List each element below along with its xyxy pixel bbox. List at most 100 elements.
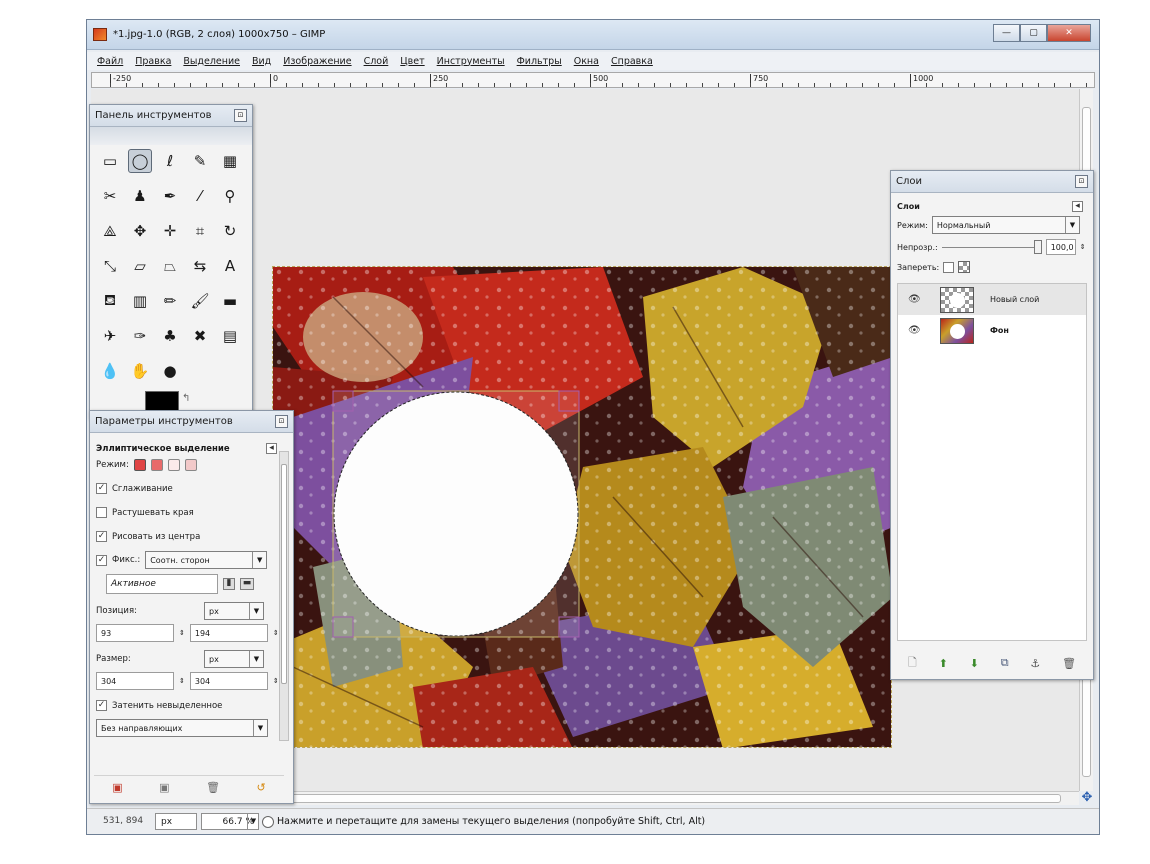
tool-options-scroll-thumb[interactable]	[281, 464, 287, 684]
opacity-value[interactable]: 100,0	[1045, 239, 1076, 255]
eye-icon[interactable]: 👁	[908, 325, 924, 336]
new-layer-icon[interactable]: 🗋	[908, 654, 917, 673]
heal-icon[interactable]: ✖	[188, 324, 212, 348]
pencil-icon[interactable]: ✏	[158, 289, 182, 313]
spin-icon[interactable]: ⇕	[273, 677, 279, 685]
scale-icon[interactable]: ⤡	[98, 254, 122, 278]
color-picker-icon[interactable]: ⁄	[188, 184, 212, 208]
collapse-icon[interactable]: ◂	[266, 443, 277, 454]
position-x-field[interactable]: 93	[96, 624, 174, 642]
swap-colors-icon[interactable]: ↰	[182, 393, 190, 404]
position-y-field[interactable]: 194	[189, 624, 268, 642]
duplicate-layer-icon[interactable]: ⧉	[1001, 656, 1009, 670]
menu-select[interactable]: Выделение	[183, 56, 240, 67]
delete-layer-icon[interactable]: 🗑	[1062, 657, 1076, 670]
minimize-button[interactable]: —	[993, 24, 1020, 42]
fixed-mode-select[interactable]: Соотн. сторон ▼	[145, 551, 268, 569]
size-h-field[interactable]: 304	[189, 672, 268, 690]
ellipse-select-icon[interactable]: ◯	[128, 149, 152, 173]
measure-icon[interactable]: ⟁	[98, 219, 122, 243]
panel-menu-icon[interactable]: ⊡	[1075, 175, 1088, 188]
blur-icon[interactable]: 💧	[98, 359, 122, 383]
collapse-icon[interactable]: ◂	[1072, 201, 1083, 212]
lock-alpha-icon[interactable]	[958, 261, 971, 273]
perspective-icon[interactable]: ⏢	[158, 254, 182, 278]
panel-menu-icon[interactable]: ⊡	[275, 415, 288, 428]
guides-select[interactable]: Без направляющих ▼	[96, 719, 268, 737]
eye-icon[interactable]: 👁	[908, 294, 924, 305]
clone-icon[interactable]: ♣	[158, 324, 182, 348]
unit-select[interactable]: px	[155, 813, 197, 830]
save-options-icon[interactable]: ▣	[112, 781, 122, 794]
lock-pixels-checkbox[interactable]	[943, 261, 955, 273]
rotate-icon[interactable]: ↻	[218, 219, 242, 243]
flip-icon[interactable]: ⇆	[188, 254, 212, 278]
airbrush-icon[interactable]: ✈	[98, 324, 122, 348]
move-icon[interactable]: ✥	[128, 219, 152, 243]
blend-icon[interactable]: ▥	[128, 289, 152, 313]
mode-subtract-icon[interactable]	[167, 459, 180, 471]
navigate-icon[interactable]: ✥	[1080, 791, 1094, 805]
perspective-clone-icon[interactable]: ▤	[218, 324, 242, 348]
menu-tools[interactable]: Инструменты	[437, 56, 505, 67]
layer-item[interactable]: 👁 Фон	[898, 315, 1086, 346]
size-unit-select[interactable]: px ▼	[204, 650, 264, 668]
mode-add-icon[interactable]	[150, 459, 163, 471]
spin-icon[interactable]: ⇕	[179, 629, 185, 637]
from-center-checkbox[interactable]: ✓	[96, 531, 107, 542]
aspect-ratio-field[interactable]: Активное	[106, 574, 218, 594]
scissors-icon[interactable]: ✂	[98, 184, 122, 208]
horizontal-scroll-thumb[interactable]	[276, 794, 1061, 803]
shear-icon[interactable]: ▱	[128, 254, 152, 278]
rect-select-icon[interactable]: ▭	[98, 149, 122, 173]
maximize-button[interactable]: ▢	[1020, 24, 1047, 42]
cancel-icon[interactable]	[262, 816, 274, 828]
highlight-checkbox[interactable]: ✓	[96, 700, 107, 711]
tool-options-scrollbar[interactable]	[279, 451, 289, 741]
close-button[interactable]: ✕	[1047, 24, 1091, 42]
paths-icon[interactable]: ✒	[158, 184, 182, 208]
feather-checkbox[interactable]	[96, 507, 107, 518]
fuzzy-select-icon[interactable]: ✎	[188, 149, 212, 173]
raise-layer-icon[interactable]: ⬆	[939, 657, 948, 670]
lower-layer-icon[interactable]: ⬇	[970, 657, 979, 670]
menu-edit[interactable]: Правка	[135, 56, 171, 67]
reset-options-icon[interactable]: ↺	[257, 781, 266, 794]
foreground-select-icon[interactable]: ♟	[128, 184, 152, 208]
smudge-icon[interactable]: ✋	[128, 359, 152, 383]
landscape-icon[interactable]: ▬	[240, 578, 254, 590]
fixed-checkbox[interactable]: ✓	[96, 554, 107, 566]
paintbrush-icon[interactable]: 🖌	[188, 289, 212, 313]
portrait-icon[interactable]: ▮	[223, 578, 235, 590]
menu-windows[interactable]: Окна	[574, 56, 599, 67]
chevron-down-icon[interactable]: ▼	[247, 813, 259, 830]
eraser-icon[interactable]: ▬	[218, 289, 242, 313]
restore-options-icon[interactable]: ▣	[159, 781, 169, 794]
spin-icon[interactable]: ⇕	[273, 629, 279, 637]
opacity-slider[interactable]	[941, 240, 1042, 254]
mode-replace-icon[interactable]	[133, 459, 146, 471]
opacity-slider-thumb[interactable]	[1033, 240, 1042, 254]
layer-mode-select[interactable]: Нормальный ▼	[931, 216, 1080, 234]
menu-image[interactable]: Изображение	[283, 56, 351, 67]
zoom-icon[interactable]: ⚲	[218, 184, 242, 208]
menu-filters[interactable]: Фильтры	[517, 56, 562, 67]
menu-colors[interactable]: Цвет	[400, 56, 424, 67]
menu-file[interactable]: Файл	[97, 56, 123, 67]
spin-icon[interactable]: ⇕	[179, 677, 185, 685]
position-unit-select[interactable]: px ▼	[204, 602, 264, 620]
horizontal-ruler[interactable]: -250 0 250 500 750 1000	[91, 72, 1095, 88]
align-icon[interactable]: ✛	[158, 219, 182, 243]
antialias-checkbox[interactable]: ✓	[96, 483, 107, 494]
size-w-field[interactable]: 304	[96, 672, 174, 690]
crop-icon[interactable]: ⌗	[188, 219, 212, 243]
bucket-fill-icon[interactable]: ⛾	[98, 289, 122, 313]
anchor-layer-icon[interactable]: ⚓	[1030, 657, 1040, 670]
ink-icon[interactable]: ✑	[128, 324, 152, 348]
dodge-burn-icon[interactable]: ●	[158, 359, 182, 383]
mode-intersect-icon[interactable]	[184, 459, 197, 471]
delete-options-icon[interactable]: 🗑	[206, 781, 220, 794]
panel-menu-icon[interactable]: ⊡	[234, 109, 247, 122]
menu-help[interactable]: Справка	[611, 56, 653, 67]
spin-icon[interactable]: ⇕	[1080, 243, 1086, 251]
